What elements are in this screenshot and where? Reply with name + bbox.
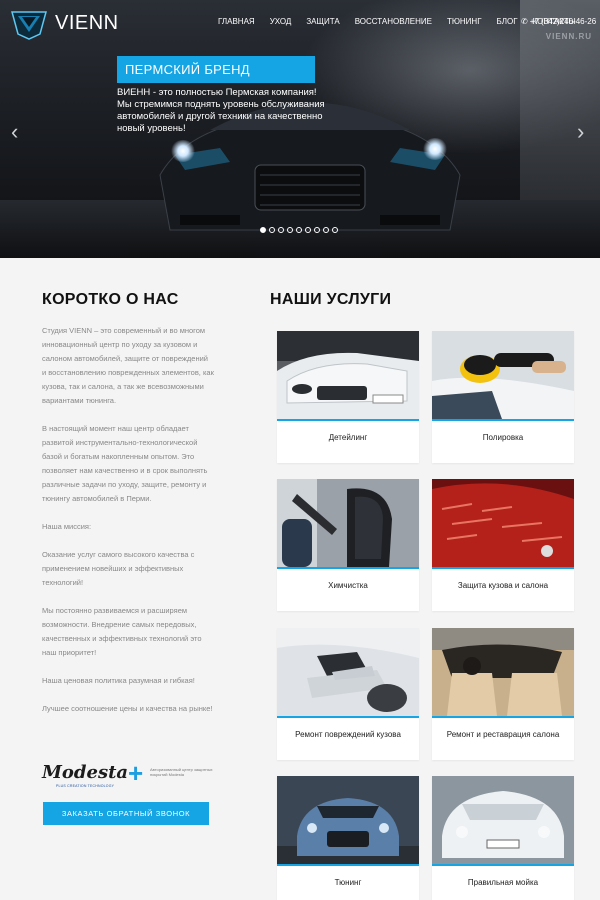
service-card-tuning[interactable]: Тюнинг [277, 776, 419, 900]
card-accent-line [432, 864, 574, 866]
service-card-washing[interactable]: Правильная мойка [432, 776, 574, 900]
service-label: Защита кузова и салона [457, 581, 549, 590]
slider-dot[interactable] [323, 227, 329, 233]
service-label: Тюнинг [334, 878, 362, 887]
slider-dot[interactable] [287, 227, 293, 233]
nav-item-restoration[interactable]: ВОССТАНОВЛЕНИЕ [355, 17, 432, 26]
service-image [432, 628, 574, 716]
about-paragraph: Мы постоянно развиваемся и расширяем воз… [42, 606, 202, 657]
service-image [277, 776, 419, 864]
logo-shield-icon[interactable] [10, 6, 48, 40]
slider-prev-arrow-icon[interactable]: ‹ [11, 121, 18, 143]
nav-item-home[interactable]: ГЛАВНАЯ [218, 17, 255, 26]
card-accent-line [277, 864, 419, 866]
slider-dots [260, 227, 338, 233]
service-image [277, 628, 419, 716]
service-label: Химчистка [328, 581, 368, 590]
about-text: Студия VIENN – это современный и во мног… [42, 324, 214, 730]
service-label: Полировка [482, 433, 524, 442]
about-paragraph: Наша миссия: [42, 522, 92, 531]
partner-logo[interactable]: Modesta PLUS CREATION TECHNOLOGY + Автор… [42, 758, 217, 792]
service-card-dry-cleaning[interactable]: Химчистка [277, 479, 419, 611]
service-card-interior-repair[interactable]: Ремонт и реставрация салона [432, 628, 574, 760]
partner-plus-icon: + [128, 758, 144, 788]
service-label: Правильная мойка [467, 878, 539, 887]
phone-icon: ✆ [521, 17, 528, 26]
service-card-body-repair[interactable]: Ремонт повреждений кузова [277, 628, 419, 760]
service-card-detailing[interactable]: Детейлинг [277, 331, 419, 463]
logo-text[interactable]: VIENN [55, 12, 119, 35]
nav-item-tuning[interactable]: ТЮНИНГ [447, 17, 482, 26]
about-paragraph: Студия VIENN – это современный и во мног… [42, 326, 214, 405]
service-label: Детейлинг [328, 433, 368, 442]
service-image [277, 331, 419, 419]
service-image [432, 776, 574, 864]
service-image [432, 479, 574, 567]
nav-item-blog[interactable]: БЛОГ [497, 17, 518, 26]
headlight-left [170, 140, 196, 162]
slider-next-arrow-icon[interactable]: › [577, 121, 584, 143]
services-title: НАШИ УСЛУГИ [270, 291, 392, 308]
nav-item-protection[interactable]: ЗАЩИТА [306, 17, 339, 26]
header-phone[interactable]: ✆ +7 (342)240-46-26 [521, 17, 596, 26]
service-image [432, 331, 574, 419]
callback-button[interactable]: ЗАКАЗАТЬ ОБРАТНЫЙ ЗВОНОК [43, 802, 209, 825]
service-card-protection[interactable]: Защита кузова и салона [432, 479, 574, 611]
about-paragraph: Лучшее соотношение цены и качества на ры… [42, 704, 213, 713]
nav-item-care[interactable]: УХОД [270, 17, 292, 26]
slider-dot[interactable] [278, 227, 284, 233]
card-accent-line [432, 716, 574, 718]
partner-logo-name: Modesta [42, 762, 129, 783]
headlight-right [422, 138, 448, 160]
about-paragraph: Оказание услуг самого высокого качества … [42, 550, 195, 587]
card-accent-line [277, 716, 419, 718]
slide-text: ВИЕНН - это полностью Пермская компания!… [117, 87, 325, 134]
service-label: Ремонт повреждений кузова [295, 730, 401, 739]
site-header: VIENN ГЛАВНАЯ УХОД ЗАЩИТА ВОССТАНОВЛЕНИЕ… [0, 0, 600, 48]
slider-dot[interactable] [332, 227, 338, 233]
about-title: КОРОТКО О НАС [42, 291, 179, 308]
card-accent-line [277, 567, 419, 569]
slider-dot[interactable] [305, 227, 311, 233]
card-accent-line [432, 419, 574, 421]
slide-title: ПЕРМСКИЙ БРЕНД [117, 56, 315, 83]
service-image [277, 479, 419, 567]
slider-dot[interactable] [260, 227, 266, 233]
about-paragraph: Наша ценовая политика разумная и гибкая! [42, 676, 195, 685]
partner-logo-sub: PLUS CREATION TECHNOLOGY [56, 784, 115, 788]
slider-dot[interactable] [314, 227, 320, 233]
card-accent-line [277, 419, 419, 421]
slider-dot[interactable] [269, 227, 275, 233]
partner-note: Авторизованный центр защитных покрытий M… [150, 767, 213, 777]
phone-number: +7 (342)240-46-26 [529, 17, 597, 26]
card-accent-line [432, 567, 574, 569]
hero-slider: VIENN.RU VIENN ГЛАВНАЯ УХОД ЗАЩИТА ВОССТ… [0, 0, 600, 258]
slider-dot[interactable] [296, 227, 302, 233]
service-label: Ремонт и реставрация салона [446, 730, 560, 739]
about-paragraph: В настоящий момент наш центр обладает ра… [42, 424, 208, 503]
service-card-polishing[interactable]: Полировка [432, 331, 574, 463]
